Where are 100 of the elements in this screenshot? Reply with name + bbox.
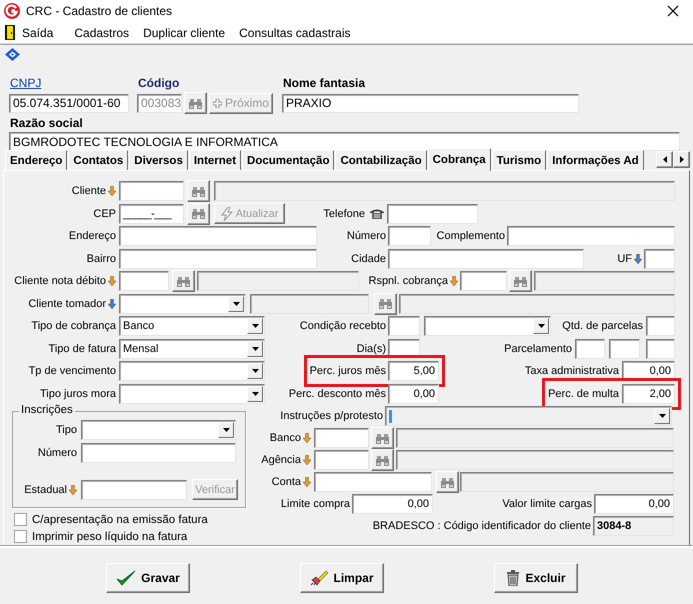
district-field[interactable] [119,248,317,269]
binoculars-icon [192,186,205,197]
field-label: Cliente nota débito [14,275,106,288]
close-icon[interactable] [667,5,679,17]
menu-item[interactable]: Cadastros [74,26,130,40]
field-label: Complemento [436,230,505,242]
binoculars-icon [376,432,389,444]
binoculars-button[interactable] [187,202,210,225]
field-label: Número [346,230,386,242]
plus-icon [212,98,222,108]
branch-field[interactable] [314,450,369,470]
checkbox[interactable] [14,513,27,526]
dropdown[interactable]: Banco [119,316,265,336]
account-field[interactable] [314,472,432,492]
field-label: Dia(s) [356,342,386,355]
installments-field[interactable] [646,316,675,336]
dropdown[interactable]: Mensal [119,338,265,359]
dropdown[interactable] [385,406,672,426]
phone-icon [369,208,385,220]
input-field[interactable] [609,338,640,359]
field-label: Cliente tomador [28,298,106,310]
group-title: Inscrições [19,404,75,416]
input-field[interactable] [646,338,675,359]
dropdown[interactable] [119,384,265,404]
field-label: Tipo juros mora [40,388,116,400]
number-field[interactable] [81,442,236,462]
binoculars-icon [189,98,202,108]
field-label: Cliente [72,185,106,198]
rate-field[interactable]: 0,00 [388,384,439,404]
checkbox-label: C/apresentação na emissão fatura [32,514,208,526]
trade-name-field[interactable]: PRAXIO [282,94,579,112]
scroll-right-button[interactable] [673,151,690,168]
input-field[interactable] [460,271,507,292]
action-button[interactable]: Gravar [106,563,190,593]
field-label: Conta [272,476,301,488]
binoculars-icon [192,208,205,220]
down-arrow-icon [108,186,116,196]
tab[interactable]: Endereço [5,150,68,170]
address-field[interactable] [119,226,317,246]
dropdown[interactable] [119,294,246,314]
binoculars-icon [441,476,454,488]
tab[interactable]: Diversos [129,150,188,170]
binoculars-button[interactable] [187,180,210,202]
city-field[interactable] [388,248,584,269]
tab[interactable]: Contatos [68,150,128,170]
menu-item[interactable]: Consultas cadastrais [239,26,350,40]
field-label: Tp de vencimento [28,365,116,378]
state-field[interactable] [644,248,675,269]
down-arrow-icon [303,455,311,465]
field-label: Nome fantasia [283,76,366,90]
tab[interactable]: Informações Ad [547,150,644,170]
dropdown[interactable] [424,316,551,336]
cargo-limit-field[interactable]: 0,00 [594,494,674,514]
field-label: Endereço [68,230,116,242]
tab[interactable]: Contabilização [335,150,427,170]
menu-item[interactable]: Saída [22,26,54,40]
cnpj-link[interactable]: CNPJ [10,76,138,90]
diamond-icon [5,48,20,61]
scroll-left-button[interactable] [656,151,673,168]
field-label: Estadual [24,484,67,496]
input-field[interactable] [119,181,184,202]
bank-field[interactable] [314,428,369,448]
dropdown[interactable] [81,420,236,440]
tab[interactable]: Cobrança [428,148,491,171]
field-label: Parcelamento [503,342,572,355]
tab[interactable]: Documentação [242,150,334,170]
checkbox[interactable] [14,530,27,543]
phone-field[interactable] [387,204,478,224]
binoculars-button[interactable] [509,270,532,292]
binoculars-button[interactable] [184,92,207,114]
cnpj-field[interactable]: 05.074.351/0001-60 [9,94,129,112]
input-field[interactable] [388,316,420,336]
number-field[interactable] [388,226,431,246]
company-name-field[interactable]: BGMRODOTEC TECNOLOGIA E INFORMATICA [9,132,680,151]
binoculars-button[interactable] [436,471,459,493]
tab[interactable]: Internet [188,150,242,170]
binoculars-button[interactable] [371,427,394,449]
field-label: Telefone [323,208,365,220]
identifier-field: 3084-8 [593,516,674,536]
action-button[interactable]: Limpar [300,563,384,593]
menu-item[interactable]: Duplicar cliente [143,26,226,40]
binoculars-button[interactable] [172,270,195,292]
state-registration-field[interactable] [81,480,187,500]
binoculars-button[interactable] [371,449,394,471]
input-field[interactable] [575,338,605,359]
field-label: Tipo de fatura [48,342,116,355]
purchase-limit-field[interactable]: 0,00 [352,494,433,514]
rate-field[interactable]: 2,00 [622,384,675,404]
complement-field[interactable] [507,226,675,246]
action-button[interactable]: Excluir [494,563,578,593]
field-label: Rspnl. cobrança [368,275,448,288]
logo-icon [4,3,20,19]
dropdown[interactable] [119,361,265,382]
tab[interactable]: Turismo [492,150,546,170]
input-field[interactable] [119,271,169,292]
field-label: UF [617,252,632,265]
binoculars-button[interactable] [374,292,397,315]
down-arrow-icon [108,298,116,309]
zip-field[interactable]: _____-___ [119,204,184,224]
rate-field[interactable]: 5,00 [388,361,439,382]
